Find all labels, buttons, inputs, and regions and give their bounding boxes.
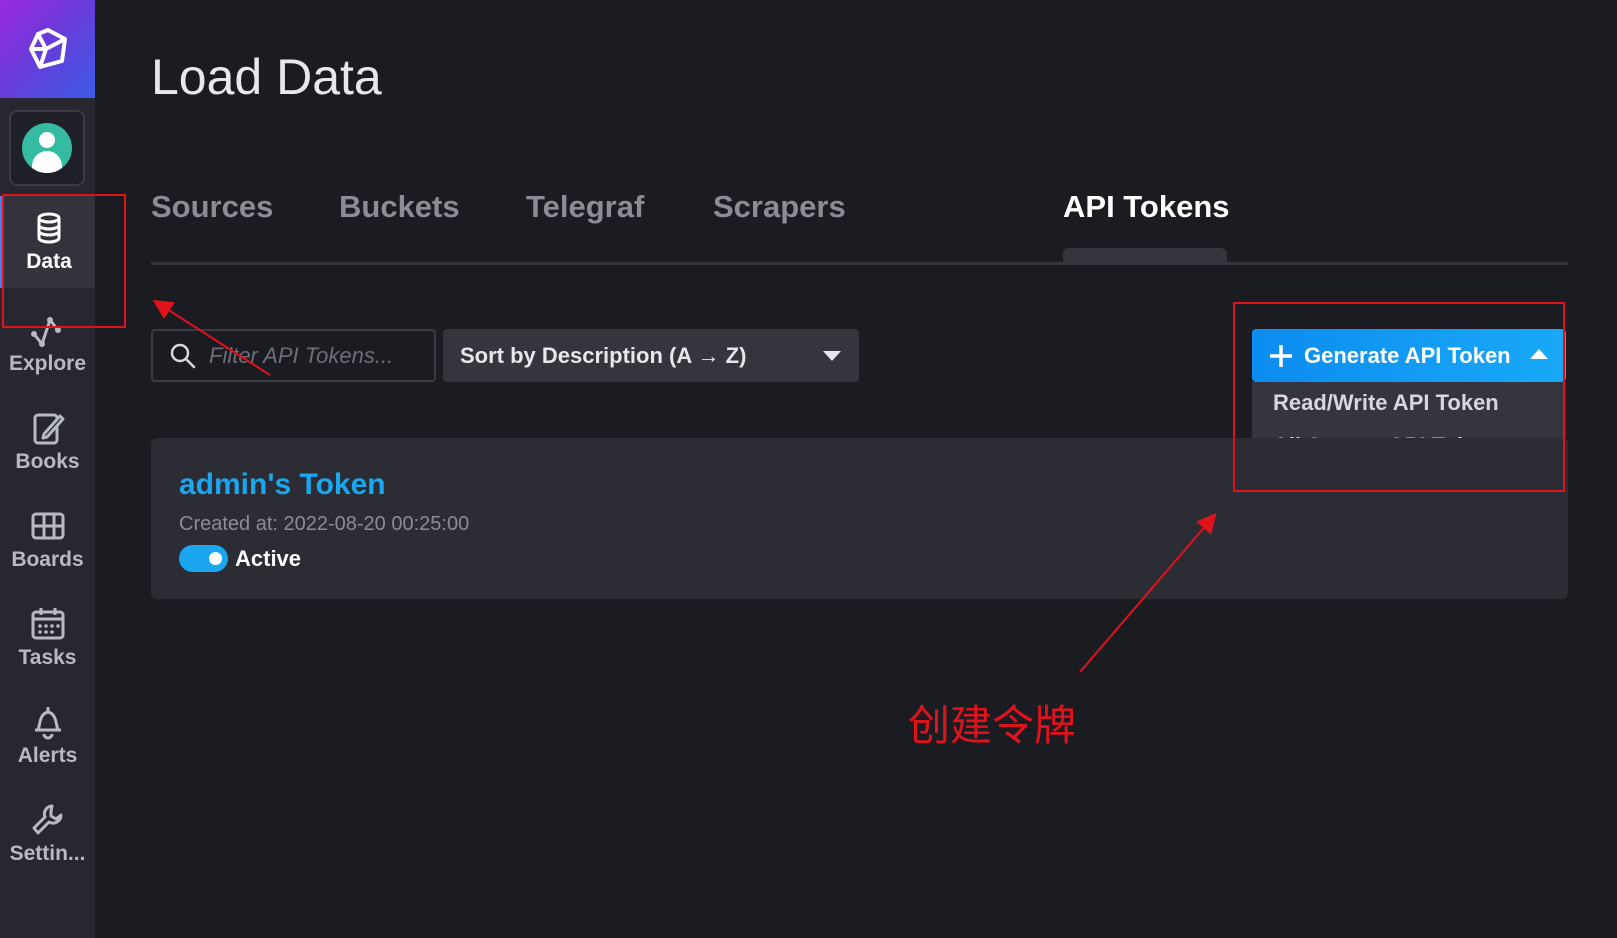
sidebar-item-tasks[interactable]: Tasks	[0, 592, 95, 684]
active-tab-indicator	[1063, 248, 1227, 264]
influx-logo-icon	[28, 28, 67, 69]
tab-sources[interactable]: Sources	[151, 185, 273, 265]
tab-scrapers[interactable]: Scrapers	[713, 185, 846, 265]
app-logo[interactable]	[0, 0, 95, 98]
filter-tokens-input[interactable]	[209, 342, 424, 369]
sidebar-item-label: Settin...	[9, 842, 86, 865]
sidebar-item-books[interactable]: Books	[0, 396, 95, 488]
sidebar-item-settings[interactable]: Settin...	[0, 788, 95, 880]
sidebar-item-label: Explore	[8, 352, 87, 375]
page-title: Load Data	[151, 49, 382, 105]
sidebar-item-boards[interactable]: Boards	[0, 494, 95, 586]
token-active-toggle[interactable]	[179, 545, 228, 572]
avatar	[22, 123, 72, 173]
sidebar-item-label: Boards	[11, 548, 84, 571]
wrench-icon	[32, 804, 63, 835]
dashboard-icon	[31, 512, 64, 540]
sidebar-item-label: Tasks	[18, 646, 77, 669]
search-icon	[170, 343, 196, 368]
user-avatar-button[interactable]	[9, 110, 85, 186]
sidebar-item-alerts[interactable]: Alerts	[0, 690, 95, 782]
tab-buckets[interactable]: Buckets	[339, 185, 460, 265]
sort-dropdown-label: Sort by Description (A → Z)	[460, 342, 747, 368]
bell-icon	[34, 707, 61, 740]
sidebar-item-label: Books	[15, 450, 80, 473]
filter-tokens-field[interactable]	[151, 329, 436, 382]
sort-dropdown[interactable]: Sort by Description (A → Z)	[443, 329, 859, 382]
token-created-date: Created at: 2022-08-20 00:25:00	[179, 513, 470, 535]
sidebar-item-label: Alerts	[17, 744, 78, 767]
annotation-highlight-box	[1233, 302, 1565, 492]
notebook-icon	[33, 413, 64, 445]
sidebar: Data Explore Books Boards Tasks Alerts S…	[0, 0, 95, 938]
token-status-label: Active	[235, 546, 302, 571]
calendar-icon	[31, 608, 64, 640]
annotation-highlight-box	[2, 194, 126, 328]
token-name-link[interactable]: admin's Token	[179, 468, 386, 502]
tab-bar: Sources Buckets Telegraf Scrapers API To…	[151, 185, 1568, 265]
annotation-text: 创建令牌	[908, 701, 1077, 750]
chevron-down-icon	[823, 351, 841, 361]
tab-telegraf[interactable]: Telegraf	[526, 185, 644, 265]
